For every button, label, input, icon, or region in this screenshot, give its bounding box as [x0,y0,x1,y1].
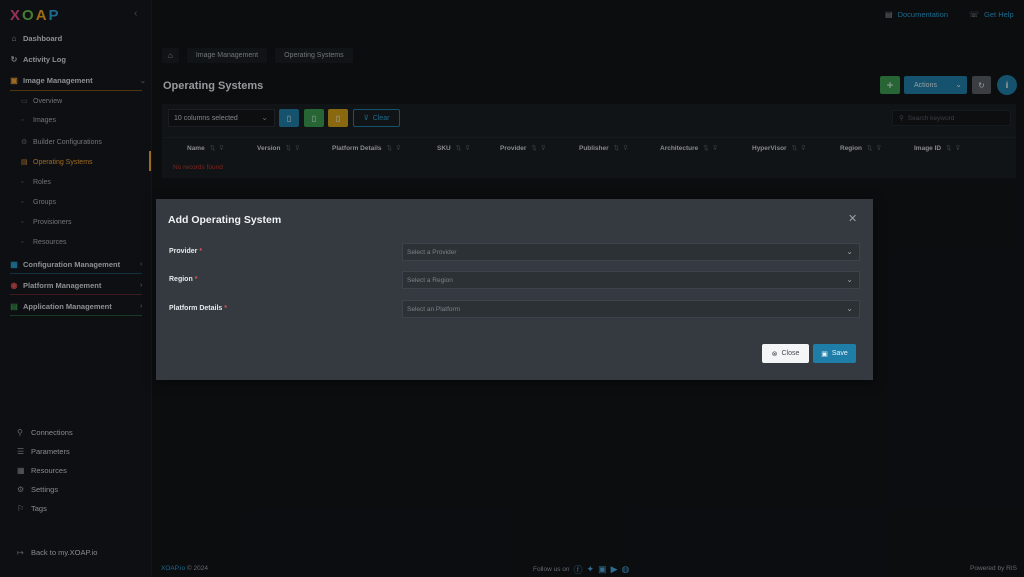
provider-label: Provider * [169,248,203,255]
close-circle-icon: ⊗ [771,350,778,358]
platform-details-select[interactable]: Select an Platform ⌄ [402,300,860,318]
provider-select[interactable]: Select a Provider ⌄ [402,243,860,261]
add-operating-system-modal: Add Operating System ✕ Provider * Select … [156,199,873,380]
region-select[interactable]: Select a Region ⌄ [402,271,860,289]
chevron-down-icon: ⌄ [846,275,853,284]
save-button[interactable]: ▣ Save [813,344,856,363]
chevron-down-icon: ⌄ [846,304,853,313]
region-label: Region * [169,276,198,283]
modal-title: Add Operating System [168,214,282,226]
close-button[interactable]: ⊗ Close [762,344,809,363]
close-icon[interactable]: ✕ [848,212,857,225]
platform-details-label: Platform Details * [169,305,228,312]
chevron-down-icon: ⌄ [846,247,853,256]
save-icon: ▣ [821,350,828,358]
